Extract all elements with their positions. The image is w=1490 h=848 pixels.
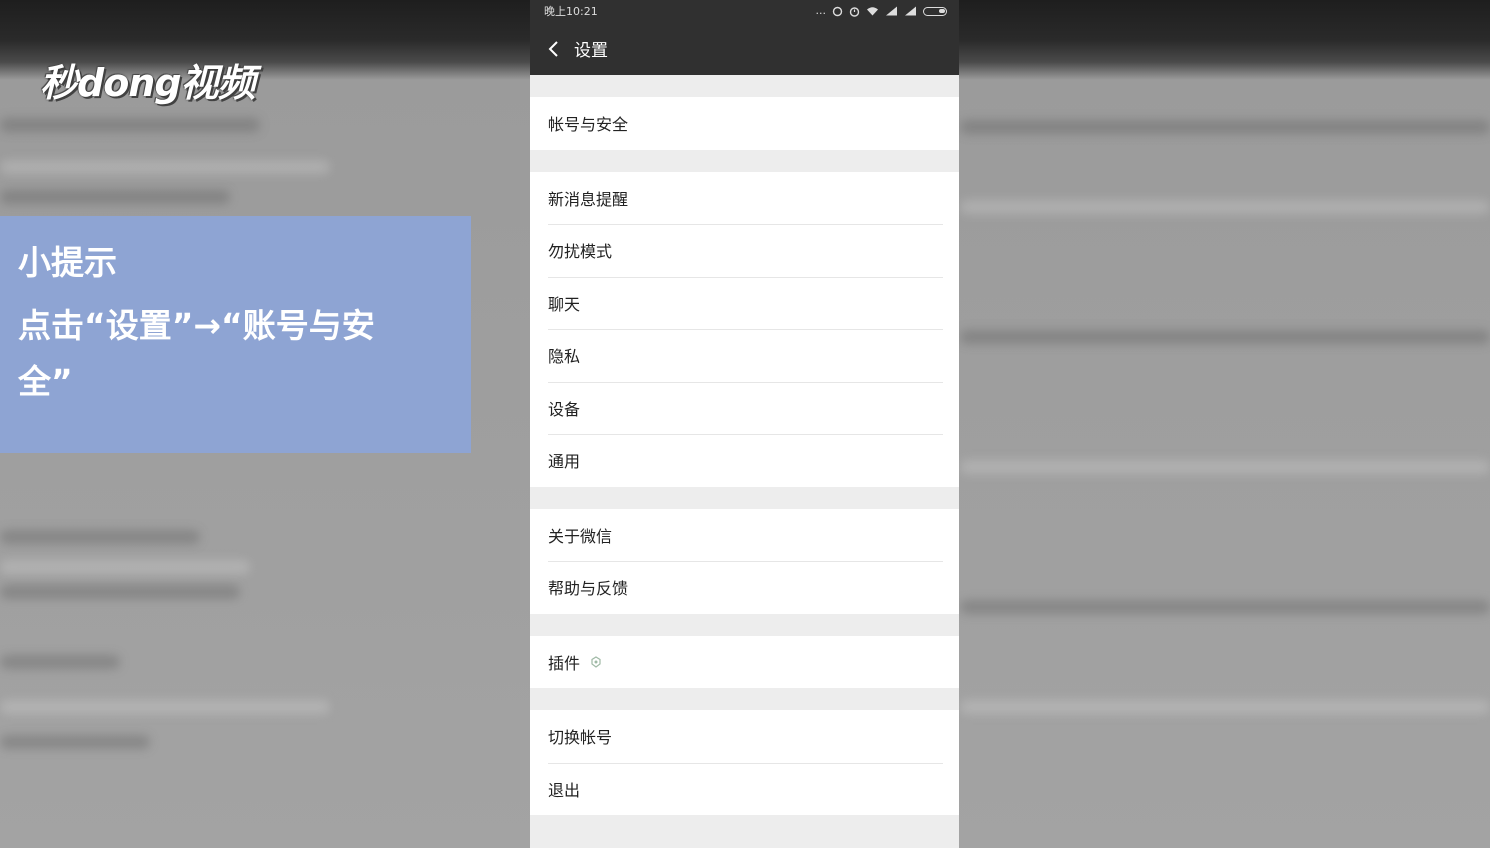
settings-item-label: 关于微信 xyxy=(548,526,613,546)
settings-item-chat[interactable]: 聊天 xyxy=(530,276,959,330)
settings-item-label: 聊天 xyxy=(548,294,581,314)
plugin-icon xyxy=(590,656,602,668)
settings-item-label: 退出 xyxy=(548,780,581,800)
settings-item-label: 新消息提醒 xyxy=(548,189,629,209)
settings-item-label: 插件 xyxy=(548,653,581,673)
status-icons: ... xyxy=(815,4,947,17)
settings-item-help-feedback[interactable]: 帮助与反馈 xyxy=(530,561,959,614)
settings-group-about: 关于微信 帮助与反馈 xyxy=(530,508,959,614)
settings-item-do-not-disturb[interactable]: 勿扰模式 xyxy=(530,224,959,277)
page-title: 设置 xyxy=(574,41,608,61)
settings-item-general[interactable]: 通用 xyxy=(530,434,959,487)
settings-item-account-security[interactable]: 帐号与安全 xyxy=(530,97,959,150)
signal-2-icon xyxy=(905,6,916,16)
tip-title: 小提示 xyxy=(18,243,117,282)
settings-item-logout[interactable]: 退出 xyxy=(530,762,959,816)
tip-body: 点击“设置”→“账号与安全” xyxy=(18,306,375,401)
settings-item-devices[interactable]: 设备 xyxy=(530,381,959,435)
alarm-icon xyxy=(849,6,860,17)
settings-item-label: 帮助与反馈 xyxy=(548,579,629,599)
settings-group-general: 新消息提醒 勿扰模式 聊天 隐私 设备 通用 xyxy=(530,171,959,487)
title-bar: 设置 xyxy=(530,22,959,75)
phone-screen: 晚上10:21 ... 设置 帐号与安全 新消息提醒 勿扰模式 聊天 隐私 设备… xyxy=(530,0,959,848)
settings-item-about[interactable]: 关于微信 xyxy=(530,509,959,562)
settings-group-plugins: 插件 xyxy=(530,635,959,689)
settings-item-label: 帐号与安全 xyxy=(548,115,629,135)
settings-group-account: 帐号与安全 xyxy=(530,97,959,150)
settings-item-plugins[interactable]: 插件 xyxy=(530,636,959,689)
settings-item-switch-account[interactable]: 切换帐号 xyxy=(530,710,959,763)
settings-item-label: 切换帐号 xyxy=(548,728,613,748)
settings-group-account-actions: 切换帐号 退出 xyxy=(530,710,959,815)
wifi-icon xyxy=(867,7,878,16)
settings-item-label: 隐私 xyxy=(548,347,581,367)
more-dots-icon: ... xyxy=(815,4,827,17)
tip-box: 小提示 点击“设置”→“账号与安全” xyxy=(0,216,471,453)
battery-icon xyxy=(923,6,947,16)
status-bar: 晚上10:21 ... xyxy=(530,0,959,22)
sync-icon xyxy=(832,6,843,16)
status-time: 晚上10:21 xyxy=(544,5,598,18)
settings-item-label: 设备 xyxy=(548,399,581,419)
chevron-left-icon xyxy=(548,40,558,57)
settings-item-notifications[interactable]: 新消息提醒 xyxy=(530,172,959,225)
back-button[interactable] xyxy=(544,40,562,58)
settings-item-privacy[interactable]: 隐私 xyxy=(530,329,959,382)
logo-watermark: 秒dong视频 xyxy=(40,61,256,105)
settings-item-label: 勿扰模式 xyxy=(548,242,613,262)
settings-item-label: 通用 xyxy=(548,452,581,472)
signal-icon xyxy=(886,6,897,16)
